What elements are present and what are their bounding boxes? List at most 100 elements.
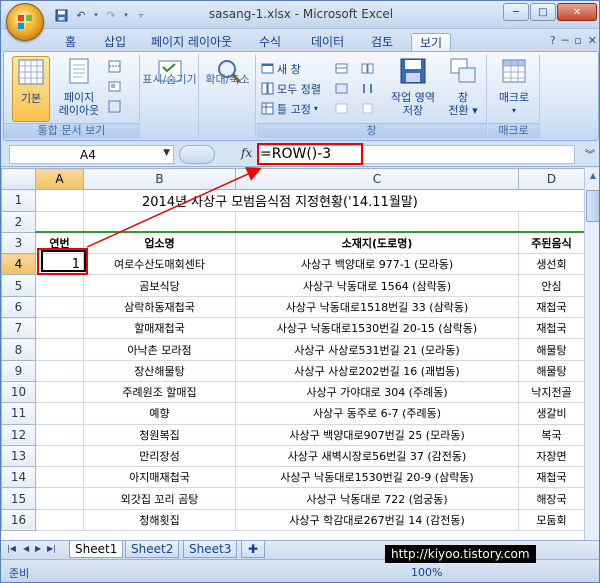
- cell[interactable]: 청해횟집: [83, 508, 236, 532]
- cell[interactable]: [35, 295, 84, 319]
- hide-button[interactable]: [335, 80, 348, 97]
- custom-views-button[interactable]: [108, 78, 121, 95]
- cell[interactable]: 사상구 낙동대로 1564 (삼락동): [235, 274, 519, 297]
- row-header[interactable]: 1: [1, 189, 36, 212]
- full-screen-button[interactable]: [108, 98, 121, 115]
- view-side-by-side-button[interactable]: [361, 60, 374, 77]
- cell[interactable]: 여로수산도매회센타: [83, 253, 236, 276]
- expand-formula-bar-icon[interactable]: ︾: [585, 146, 595, 161]
- cell[interactable]: [83, 210, 236, 233]
- cell[interactable]: 안심: [518, 274, 585, 297]
- macros-button[interactable]: 매크로 ▾: [492, 56, 536, 117]
- row-header[interactable]: 9: [1, 359, 36, 382]
- cell[interactable]: 사상구 가야대로 304 (주례동): [235, 380, 519, 404]
- column-title-1[interactable]: 업소명: [83, 231, 236, 255]
- tab-insert[interactable]: 삽입: [96, 33, 134, 52]
- column-header-c[interactable]: C: [235, 168, 519, 191]
- cell[interactable]: [35, 210, 84, 233]
- cell[interactable]: 사상구 낙동대로1530번길 20-15 (삼락동): [235, 317, 519, 340]
- column-title-2[interactable]: 소재지(도로명): [235, 231, 519, 255]
- unhide-button[interactable]: [335, 100, 348, 117]
- sheet-tab-1[interactable]: Sheet1: [69, 541, 124, 558]
- cell[interactable]: 해물탕: [518, 338, 585, 361]
- synchronous-scrolling-button[interactable]: [361, 80, 374, 97]
- tab-view[interactable]: 보기: [411, 33, 452, 52]
- cell[interactable]: [35, 423, 84, 446]
- cell[interactable]: 사상구 낙동대로1530번길 20-9 (삼락동): [235, 466, 519, 489]
- cell[interactable]: 사상구 동주로 6-7 (주례동): [235, 402, 519, 425]
- row-header[interactable]: 12: [1, 423, 36, 446]
- cell[interactable]: 재첩국: [518, 295, 585, 319]
- save-workspace-button[interactable]: 작업 영역 저장: [385, 56, 441, 117]
- tab-data[interactable]: 데이터: [303, 33, 352, 52]
- last-sheet-icon[interactable]: ▶|: [47, 544, 56, 553]
- cell[interactable]: [35, 402, 84, 425]
- worksheet-grid[interactable]: A B C D 1 2014년 사상구 모범음식점 지정현황('14.11월말) 2 3 연번 업…: [1, 168, 599, 540]
- column-header-d[interactable]: D: [518, 168, 585, 191]
- row-header[interactable]: 8: [1, 338, 36, 361]
- scrollbar-thumb[interactable]: [586, 190, 599, 222]
- cell[interactable]: 해물탕: [518, 359, 585, 382]
- cell[interactable]: 해장국: [518, 487, 585, 510]
- sheet-tab-3[interactable]: Sheet3: [183, 541, 238, 558]
- help-icon[interactable]: ?: [550, 34, 556, 47]
- cell[interactable]: [35, 487, 84, 510]
- row-header[interactable]: 13: [1, 444, 36, 468]
- cell[interactable]: [35, 189, 84, 212]
- cell[interactable]: 사상구 낙동대로 722 (엄궁동): [235, 487, 519, 510]
- column-header-a[interactable]: A: [35, 168, 84, 191]
- cell[interactable]: [35, 444, 84, 468]
- cell[interactable]: [35, 338, 84, 361]
- ribbon-minimize-icon[interactable]: ─: [562, 34, 569, 47]
- row-header[interactable]: 3: [1, 231, 36, 255]
- cell[interactable]: [35, 317, 84, 340]
- row-header[interactable]: 2: [1, 210, 36, 233]
- cell[interactable]: [35, 274, 84, 297]
- row-header[interactable]: 4: [1, 253, 36, 276]
- cell[interactable]: 청원복집: [83, 423, 236, 446]
- cell[interactable]: 삼락하동재첩국: [83, 295, 236, 319]
- row-header[interactable]: 16: [1, 508, 36, 532]
- name-box[interactable]: A4 ▼: [9, 145, 174, 164]
- close-button[interactable]: ✕: [557, 3, 597, 21]
- select-all-corner[interactable]: [1, 168, 36, 191]
- cell[interactable]: 사상구 학감대로267번길 14 (감전동): [235, 508, 519, 532]
- cell[interactable]: 재첩국: [518, 466, 585, 489]
- switch-windows-button[interactable]: 창 전환 ▾: [443, 56, 483, 117]
- tab-review[interactable]: 검토: [363, 33, 401, 52]
- row-header[interactable]: 14: [1, 466, 36, 489]
- next-sheet-icon[interactable]: ▶: [35, 544, 41, 553]
- new-window-button[interactable]: 새 창: [261, 60, 301, 77]
- zoom-level[interactable]: 100%: [411, 566, 442, 579]
- cell[interactable]: 곰보식당: [83, 274, 236, 297]
- formula-bar-splitter[interactable]: [179, 145, 215, 164]
- cell[interactable]: 예향: [83, 402, 236, 425]
- cell[interactable]: 외갓집 꼬리 곰탕: [83, 487, 236, 510]
- cell[interactable]: 생선회: [518, 253, 585, 276]
- cell[interactable]: 사상구 사상로202번길 16 (괘법동): [235, 359, 519, 382]
- cell[interactable]: 주례원조 할매집: [83, 380, 236, 404]
- column-title-3[interactable]: 주된음식: [518, 231, 585, 255]
- ribbon-restore-icon[interactable]: ▫: [574, 34, 581, 47]
- cell[interactable]: [35, 359, 84, 382]
- cell[interactable]: 아낙촌 모라점: [83, 338, 236, 361]
- insert-function-icon[interactable]: fx: [241, 146, 252, 160]
- split-button[interactable]: [335, 60, 348, 77]
- cell[interactable]: [35, 508, 84, 532]
- row-header[interactable]: 5: [1, 274, 36, 297]
- row-header[interactable]: 15: [1, 487, 36, 510]
- ribbon-close-icon[interactable]: ✕: [588, 34, 597, 47]
- cell[interactable]: 사상구 새벽시장로56번길 37 (감전동): [235, 444, 519, 468]
- cell[interactable]: 생갈비: [518, 402, 585, 425]
- cell[interactable]: [518, 210, 585, 233]
- prev-sheet-icon[interactable]: ◀: [23, 544, 29, 553]
- tab-page-layout[interactable]: 페이지 레이아웃: [143, 33, 240, 52]
- vertical-scrollbar[interactable]: ▲: [584, 168, 599, 540]
- cell[interactable]: 자장면: [518, 444, 585, 468]
- cell[interactable]: [235, 210, 519, 233]
- row-header[interactable]: 6: [1, 295, 36, 319]
- row-header[interactable]: 7: [1, 317, 36, 340]
- cell[interactable]: 사상구 낙동대로1518번길 33 (삼락동): [235, 295, 519, 319]
- scroll-up-icon[interactable]: ▲: [585, 168, 599, 184]
- cell[interactable]: 만리장성: [83, 444, 236, 468]
